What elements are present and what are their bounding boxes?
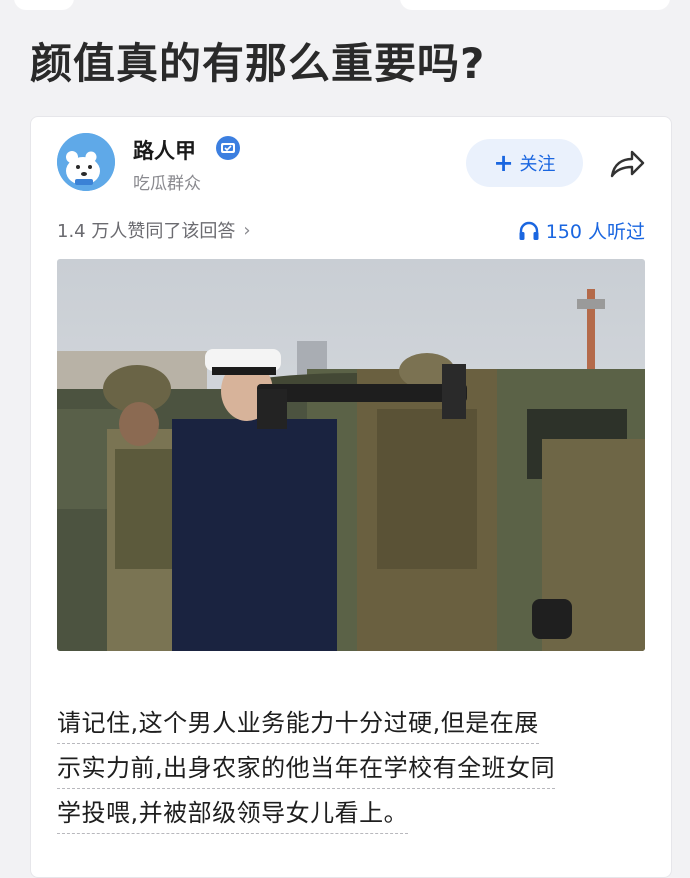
listen-count[interactable]: 150 人听过 (518, 217, 645, 244)
answer-card: 路人甲 吃瓜群众 + 关注 1.4 万人赞同了该回答 › 150 人听过 请记住… (30, 116, 672, 878)
top-bar-pill-right (400, 0, 670, 10)
answer-line: 学投喂,并被部级领导女儿看上。 (57, 791, 409, 834)
author-name[interactable]: 路人甲 (133, 135, 196, 165)
answer-photo[interactable]: 543 (57, 259, 645, 651)
top-bar-pill-left (14, 0, 74, 10)
listen-count-text: 150 人听过 (545, 221, 645, 243)
bear-avatar-icon[interactable] (57, 133, 115, 191)
follow-button[interactable]: + 关注 (466, 139, 583, 187)
answer-text[interactable]: 请记住,这个男人业务能力十分过硬,但是在展 示实力前,出身农家的他当年在学校有全… (57, 701, 647, 836)
answer-line: 示实力前,出身农家的他当年在学校有全班女同 (57, 746, 556, 789)
agree-count-text: 1.4 万人赞同了该回答 (57, 221, 236, 242)
question-title[interactable]: 颜值真的有那么重要吗? (30, 30, 485, 91)
headphones-icon (519, 221, 539, 240)
author-bio: 吃瓜群众 (133, 174, 201, 194)
share-arrow-icon[interactable] (608, 148, 646, 180)
plus-icon: + (493, 149, 514, 177)
chevron-right-icon: › (243, 219, 251, 241)
verified-badge-icon (216, 136, 240, 160)
agree-count-link[interactable]: 1.4 万人赞同了该回答 › (57, 217, 251, 243)
answer-line: 请记住,这个男人业务能力十分过硬,但是在展 (57, 701, 539, 744)
follow-label: 关注 (519, 154, 556, 175)
